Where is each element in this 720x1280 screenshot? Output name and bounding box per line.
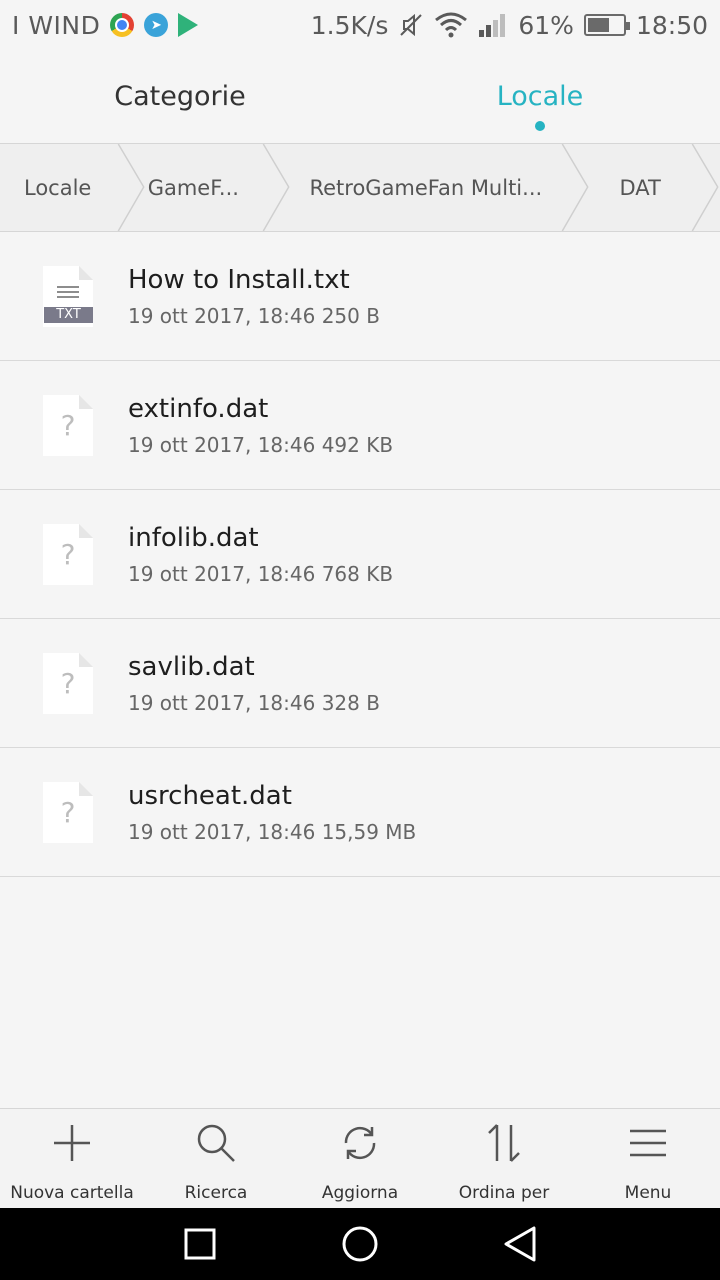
chevron-right-icon xyxy=(262,144,290,231)
text-file-icon: TXT xyxy=(43,266,93,327)
wifi-icon xyxy=(434,12,468,38)
carrier-label: I WIND xyxy=(12,10,101,40)
home-button[interactable] xyxy=(340,1224,380,1264)
chrome-icon xyxy=(110,13,135,37)
file-meta: 19 ott 2017, 18:46 15,59 MB xyxy=(128,820,417,844)
file-meta: 19 ott 2017, 18:46 492 KB xyxy=(128,433,394,457)
battery-fill xyxy=(587,18,609,32)
search-button[interactable]: Ricerca xyxy=(144,1109,288,1208)
breadcrumb-label: Locale xyxy=(24,175,92,200)
mute-icon xyxy=(398,12,424,38)
breadcrumb-label: RetroGameFan Multi... xyxy=(309,175,543,200)
tab-locale[interactable]: Locale xyxy=(360,50,720,143)
chevron-right-icon xyxy=(562,144,589,231)
plus-icon xyxy=(54,1125,90,1161)
recents-button[interactable] xyxy=(180,1224,220,1264)
file-name: savlib.dat xyxy=(128,652,255,682)
unknown-file-icon: ? xyxy=(43,782,93,843)
sort-icon xyxy=(488,1124,520,1162)
clock: 18:50 xyxy=(635,10,708,40)
signal-icon xyxy=(478,12,508,38)
active-tab-indicator xyxy=(535,121,545,131)
breadcrumb-label: GameF... xyxy=(147,175,239,200)
list-item[interactable]: ? savlib.dat 19 ott 2017, 18:46 328 B xyxy=(0,619,720,748)
status-left: I WIND ➤ xyxy=(12,10,199,40)
circle-icon xyxy=(342,1226,378,1262)
tool-label: Ordina per xyxy=(458,1183,550,1203)
menu-icon xyxy=(630,1129,666,1157)
file-name: infolib.dat xyxy=(128,523,259,553)
chevron-right-icon xyxy=(117,144,145,231)
back-button[interactable] xyxy=(500,1224,540,1264)
back-triangle-icon xyxy=(504,1226,536,1262)
tool-label: Aggiorna xyxy=(321,1183,399,1203)
battery-icon xyxy=(583,14,630,36)
unknown-file-icon: ? xyxy=(43,395,93,456)
file-name: usrcheat.dat xyxy=(128,781,292,811)
breadcrumb-item-gamef[interactable]: GameF... xyxy=(146,144,262,231)
breadcrumb: Locale GameF... RetroGameFan Multi... DA… xyxy=(0,143,720,232)
navigation-bar xyxy=(0,1208,720,1280)
status-right: 1.5K/s 61% 18:50 xyxy=(311,11,708,40)
chevron-right-icon xyxy=(691,144,719,231)
breadcrumb-item-locale[interactable]: Locale xyxy=(0,144,116,231)
file-meta: 19 ott 2017, 18:46 768 KB xyxy=(128,562,394,586)
tool-label: Menu xyxy=(624,1183,672,1203)
tab-label: Categorie xyxy=(114,81,246,112)
tab-categorie[interactable]: Categorie xyxy=(0,50,360,143)
network-speed: 1.5K/s xyxy=(310,10,389,40)
breadcrumb-item-dat[interactable]: DAT xyxy=(590,144,690,231)
tool-label: Nuova cartella xyxy=(10,1183,134,1203)
menu-button[interactable]: Menu xyxy=(576,1109,720,1208)
status-bar: I WIND ➤ 1.5K/s 61% 18:50 xyxy=(0,0,720,50)
list-item[interactable]: TXT How to Install.txt 19 ott 2017, 18:4… xyxy=(0,232,720,361)
breadcrumb-item-retrogamefan[interactable]: RetroGameFan Multi... xyxy=(291,144,560,231)
refresh-icon xyxy=(344,1126,376,1160)
new-folder-button[interactable]: Nuova cartella xyxy=(0,1109,144,1208)
list-item[interactable]: ? extinfo.dat 19 ott 2017, 18:46 492 KB xyxy=(0,361,720,490)
refresh-button[interactable]: Aggiorna xyxy=(288,1109,432,1208)
square-icon xyxy=(184,1228,216,1260)
telegram-icon: ➤ xyxy=(144,13,169,37)
breadcrumb-label: DAT xyxy=(619,175,661,200)
file-meta: 19 ott 2017, 18:46 250 B xyxy=(128,304,380,328)
sort-button[interactable]: Ordina per xyxy=(432,1109,576,1208)
file-meta: 19 ott 2017, 18:46 328 B xyxy=(128,691,380,715)
bottom-toolbar: Nuova cartella Ricerca Aggiorna Ordina p… xyxy=(0,1108,720,1208)
unknown-file-icon: ? xyxy=(43,524,93,585)
list-item[interactable]: ? usrcheat.dat 19 ott 2017, 18:46 15,59 … xyxy=(0,748,720,877)
list-item[interactable]: ? infolib.dat 19 ott 2017, 18:46 768 KB xyxy=(0,490,720,619)
file-list: TXT How to Install.txt 19 ott 2017, 18:4… xyxy=(0,232,720,877)
search-icon xyxy=(197,1124,235,1162)
play-store-icon xyxy=(178,13,199,37)
tab-label: Locale xyxy=(496,81,584,112)
battery-percent: 61% xyxy=(518,10,574,40)
tool-label: Ricerca xyxy=(184,1183,248,1203)
file-name: How to Install.txt xyxy=(128,265,350,295)
unknown-file-icon: ? xyxy=(43,653,93,714)
top-tabs: Categorie Locale xyxy=(0,50,720,143)
file-type-tag: TXT xyxy=(44,307,93,323)
file-name: extinfo.dat xyxy=(128,394,269,424)
